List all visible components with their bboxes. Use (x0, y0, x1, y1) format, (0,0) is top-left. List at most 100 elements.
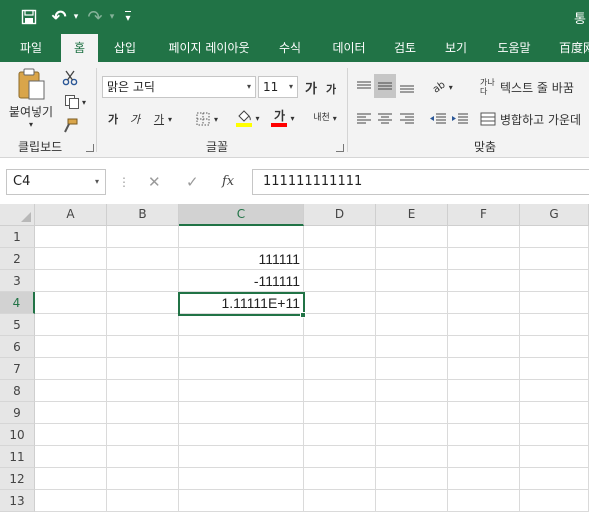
row-header-7[interactable]: 7 (0, 358, 35, 380)
tab-help[interactable]: 도움말 (486, 34, 542, 62)
grid-cell[interactable] (448, 248, 520, 270)
grid-cell[interactable] (376, 468, 448, 490)
grid-cell[interactable] (376, 358, 448, 380)
grid-cell[interactable] (376, 490, 448, 512)
grid-cell[interactable] (448, 468, 520, 490)
grid-cell[interactable] (107, 380, 179, 402)
grid-cell[interactable] (35, 358, 107, 380)
align-middle-button[interactable] (374, 74, 396, 98)
align-left-button[interactable] (354, 108, 374, 130)
row-header-6[interactable]: 6 (0, 336, 35, 358)
grid-cell[interactable] (448, 402, 520, 424)
grow-font-button[interactable]: 가 (302, 76, 320, 98)
paste-button[interactable]: 붙여넣기 ▾ (6, 66, 56, 130)
grid-cell[interactable] (179, 446, 304, 468)
grid-cell[interactable] (35, 226, 107, 248)
grid-cell[interactable] (107, 314, 179, 336)
grid-cell[interactable] (107, 270, 179, 292)
decrease-indent-button[interactable] (428, 108, 448, 130)
select-all-button[interactable] (0, 204, 35, 226)
grid-cell[interactable] (448, 270, 520, 292)
grid-cell[interactable] (376, 380, 448, 402)
italic-button[interactable]: 가 (126, 108, 144, 130)
grid-cell[interactable] (376, 314, 448, 336)
grid-cell[interactable] (520, 248, 589, 270)
tab-baidu[interactable]: 百度网 (552, 34, 589, 62)
grid-cell[interactable] (107, 468, 179, 490)
font-size-combo[interactable]: 11 ▾ (258, 76, 298, 98)
column-header-d[interactable]: D (304, 204, 376, 226)
cell-c3[interactable]: -111111 (179, 270, 304, 292)
merge-center-button[interactable]: 병합하고 가운데 (480, 108, 589, 130)
borders-button[interactable]: ▾ (190, 108, 224, 130)
tab-file[interactable]: 파일 (6, 34, 56, 62)
grid-cell[interactable] (448, 380, 520, 402)
grid-cell[interactable] (520, 402, 589, 424)
grid-cell[interactable] (35, 468, 107, 490)
row-header-10[interactable]: 10 (0, 424, 35, 446)
grid-cell[interactable] (376, 270, 448, 292)
grid-cell[interactable] (304, 446, 376, 468)
row-header-2[interactable]: 2 (0, 248, 35, 270)
grid-cell[interactable] (376, 424, 448, 446)
grid-cell[interactable] (304, 380, 376, 402)
grid-cell[interactable] (520, 336, 589, 358)
bold-button[interactable]: 가 (104, 108, 122, 130)
grid-cell[interactable] (520, 468, 589, 490)
align-right-button[interactable] (396, 108, 418, 130)
grid-cell[interactable] (376, 292, 448, 314)
grid-cell[interactable] (35, 446, 107, 468)
grid-cell[interactable] (179, 314, 304, 336)
grid-cell[interactable] (107, 358, 179, 380)
grid-cell[interactable] (304, 468, 376, 490)
grid-cell[interactable] (35, 270, 107, 292)
grid-cell[interactable] (107, 248, 179, 270)
enter-icon[interactable]: ✓ (186, 169, 199, 195)
grid-cell[interactable] (304, 270, 376, 292)
grid-cell[interactable] (448, 226, 520, 248)
align-bottom-button[interactable] (396, 76, 418, 98)
grid-cell[interactable] (520, 490, 589, 512)
tab-view[interactable]: 보기 (434, 34, 478, 62)
grid-cell[interactable] (304, 336, 376, 358)
grid-cell[interactable] (304, 314, 376, 336)
column-header-b[interactable]: B (107, 204, 179, 226)
cancel-icon[interactable]: ✕ (148, 169, 161, 195)
grid-cell[interactable] (520, 314, 589, 336)
grid-cell[interactable] (35, 424, 107, 446)
tab-home[interactable]: 홈 (61, 34, 98, 62)
column-header-a[interactable]: A (35, 204, 107, 226)
increase-indent-button[interactable] (450, 108, 470, 130)
customize-qat-button[interactable]: ▾ (120, 0, 136, 34)
redo-button[interactable]: ↷ (84, 0, 106, 34)
grid-cell[interactable] (376, 446, 448, 468)
tab-insert[interactable]: 삽입 (104, 34, 146, 62)
grid-cell[interactable] (35, 292, 107, 314)
fill-color-button[interactable]: ▾ (232, 106, 264, 130)
font-launcher-icon[interactable] (336, 144, 344, 152)
grid-cell[interactable] (179, 402, 304, 424)
row-header-3[interactable]: 3 (0, 270, 35, 292)
grid-cell[interactable] (520, 380, 589, 402)
grid-cell[interactable] (179, 468, 304, 490)
grid-cell[interactable] (520, 446, 589, 468)
column-header-g[interactable]: G (520, 204, 589, 226)
phonetic-button[interactable]: 내천 ▾ (308, 106, 342, 130)
grid-cell[interactable] (520, 424, 589, 446)
font-color-button[interactable]: 가 ▾ (268, 106, 298, 130)
shrink-font-button[interactable]: 가 (322, 78, 340, 100)
grid-cell[interactable] (35, 402, 107, 424)
underline-button[interactable]: 가 ▾ (146, 108, 180, 130)
grid-cell[interactable] (448, 358, 520, 380)
column-header-e[interactable]: E (376, 204, 448, 226)
row-header-11[interactable]: 11 (0, 446, 35, 468)
copy-button[interactable]: ▾ (60, 92, 90, 112)
grid-cell[interactable] (304, 402, 376, 424)
tab-review[interactable]: 검토 (384, 34, 426, 62)
save-button[interactable] (14, 0, 44, 34)
undo-button[interactable]: ↶ (48, 0, 70, 34)
grid-cell[interactable] (107, 292, 179, 314)
grid-cell[interactable] (304, 292, 376, 314)
grid-cell[interactable] (376, 336, 448, 358)
grid-cell[interactable] (304, 490, 376, 512)
